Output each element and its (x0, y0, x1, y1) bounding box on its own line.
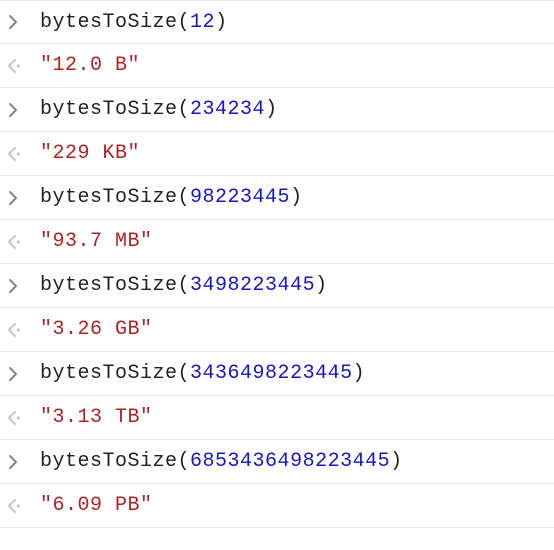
console-expression: bytesToSize(12) (40, 11, 228, 34)
output-arrow-icon (6, 234, 40, 250)
paren-close: ) (315, 274, 328, 297)
argument: 3436498223445 (190, 362, 353, 385)
argument: 12 (190, 11, 215, 34)
console-output-row: "93.7 MB" (0, 220, 554, 264)
paren-close: ) (290, 186, 303, 209)
fn-name: bytesToSize (40, 362, 178, 385)
fn-name: bytesToSize (40, 98, 178, 121)
paren-close: ) (215, 11, 228, 34)
fn-name: bytesToSize (40, 186, 178, 209)
console-result: "3.13 TB" (40, 406, 153, 429)
argument: 234234 (190, 98, 265, 121)
argument: 6853436498223445 (190, 450, 390, 473)
console-output-row: "3.26 GB" (0, 308, 554, 352)
input-chevron-icon (6, 190, 40, 206)
input-chevron-icon (6, 454, 40, 470)
argument: 3498223445 (190, 274, 315, 297)
result-string: 3.26 GB (53, 318, 141, 341)
input-chevron-icon (6, 14, 40, 30)
result-string: 6.09 PB (53, 494, 141, 517)
output-arrow-icon (6, 498, 40, 514)
input-chevron-icon (6, 102, 40, 118)
input-chevron-icon (6, 278, 40, 294)
console-output-row: "229 KB" (0, 132, 554, 176)
input-chevron-icon (6, 366, 40, 382)
console-expression: bytesToSize(3436498223445) (40, 362, 365, 385)
paren-close: ) (353, 362, 366, 385)
console-input-row: bytesToSize(3436498223445) (0, 352, 554, 396)
output-arrow-icon (6, 146, 40, 162)
console-output-row: "3.13 TB" (0, 396, 554, 440)
output-arrow-icon (6, 410, 40, 426)
output-arrow-icon (6, 58, 40, 74)
console-expression: bytesToSize(3498223445) (40, 274, 328, 297)
paren-open: ( (178, 11, 191, 34)
console-output-row: "12.0 B" (0, 44, 554, 88)
console-input-row: bytesToSize(98223445) (0, 176, 554, 220)
console-result: "6.09 PB" (40, 494, 153, 517)
fn-name: bytesToSize (40, 11, 178, 34)
paren-open: ( (178, 98, 191, 121)
console-expression: bytesToSize(98223445) (40, 186, 303, 209)
paren-close: ) (390, 450, 403, 473)
console-input-row: bytesToSize(6853436498223445) (0, 440, 554, 484)
console-expression: bytesToSize(6853436498223445) (40, 450, 403, 473)
console-output-row: "6.09 PB" (0, 484, 554, 528)
argument: 98223445 (190, 186, 290, 209)
result-string: 93.7 MB (53, 230, 141, 253)
paren-open: ( (178, 362, 191, 385)
console-result: "3.26 GB" (40, 318, 153, 341)
result-string: 229 KB (53, 142, 128, 165)
console-input-row: bytesToSize(234234) (0, 88, 554, 132)
output-arrow-icon (6, 322, 40, 338)
result-string: 3.13 TB (53, 406, 141, 429)
console-log: bytesToSize(12)"12.0 B"bytesToSize(23423… (0, 0, 554, 528)
result-string: 12.0 B (53, 54, 128, 77)
paren-close: ) (265, 98, 278, 121)
paren-open: ( (178, 274, 191, 297)
console-result: "93.7 MB" (40, 230, 153, 253)
paren-open: ( (178, 186, 191, 209)
paren-open: ( (178, 450, 191, 473)
console-expression: bytesToSize(234234) (40, 98, 278, 121)
fn-name: bytesToSize (40, 274, 178, 297)
console-input-row: bytesToSize(3498223445) (0, 264, 554, 308)
console-result: "12.0 B" (40, 54, 140, 77)
console-result: "229 KB" (40, 142, 140, 165)
fn-name: bytesToSize (40, 450, 178, 473)
console-input-row: bytesToSize(12) (0, 0, 554, 44)
